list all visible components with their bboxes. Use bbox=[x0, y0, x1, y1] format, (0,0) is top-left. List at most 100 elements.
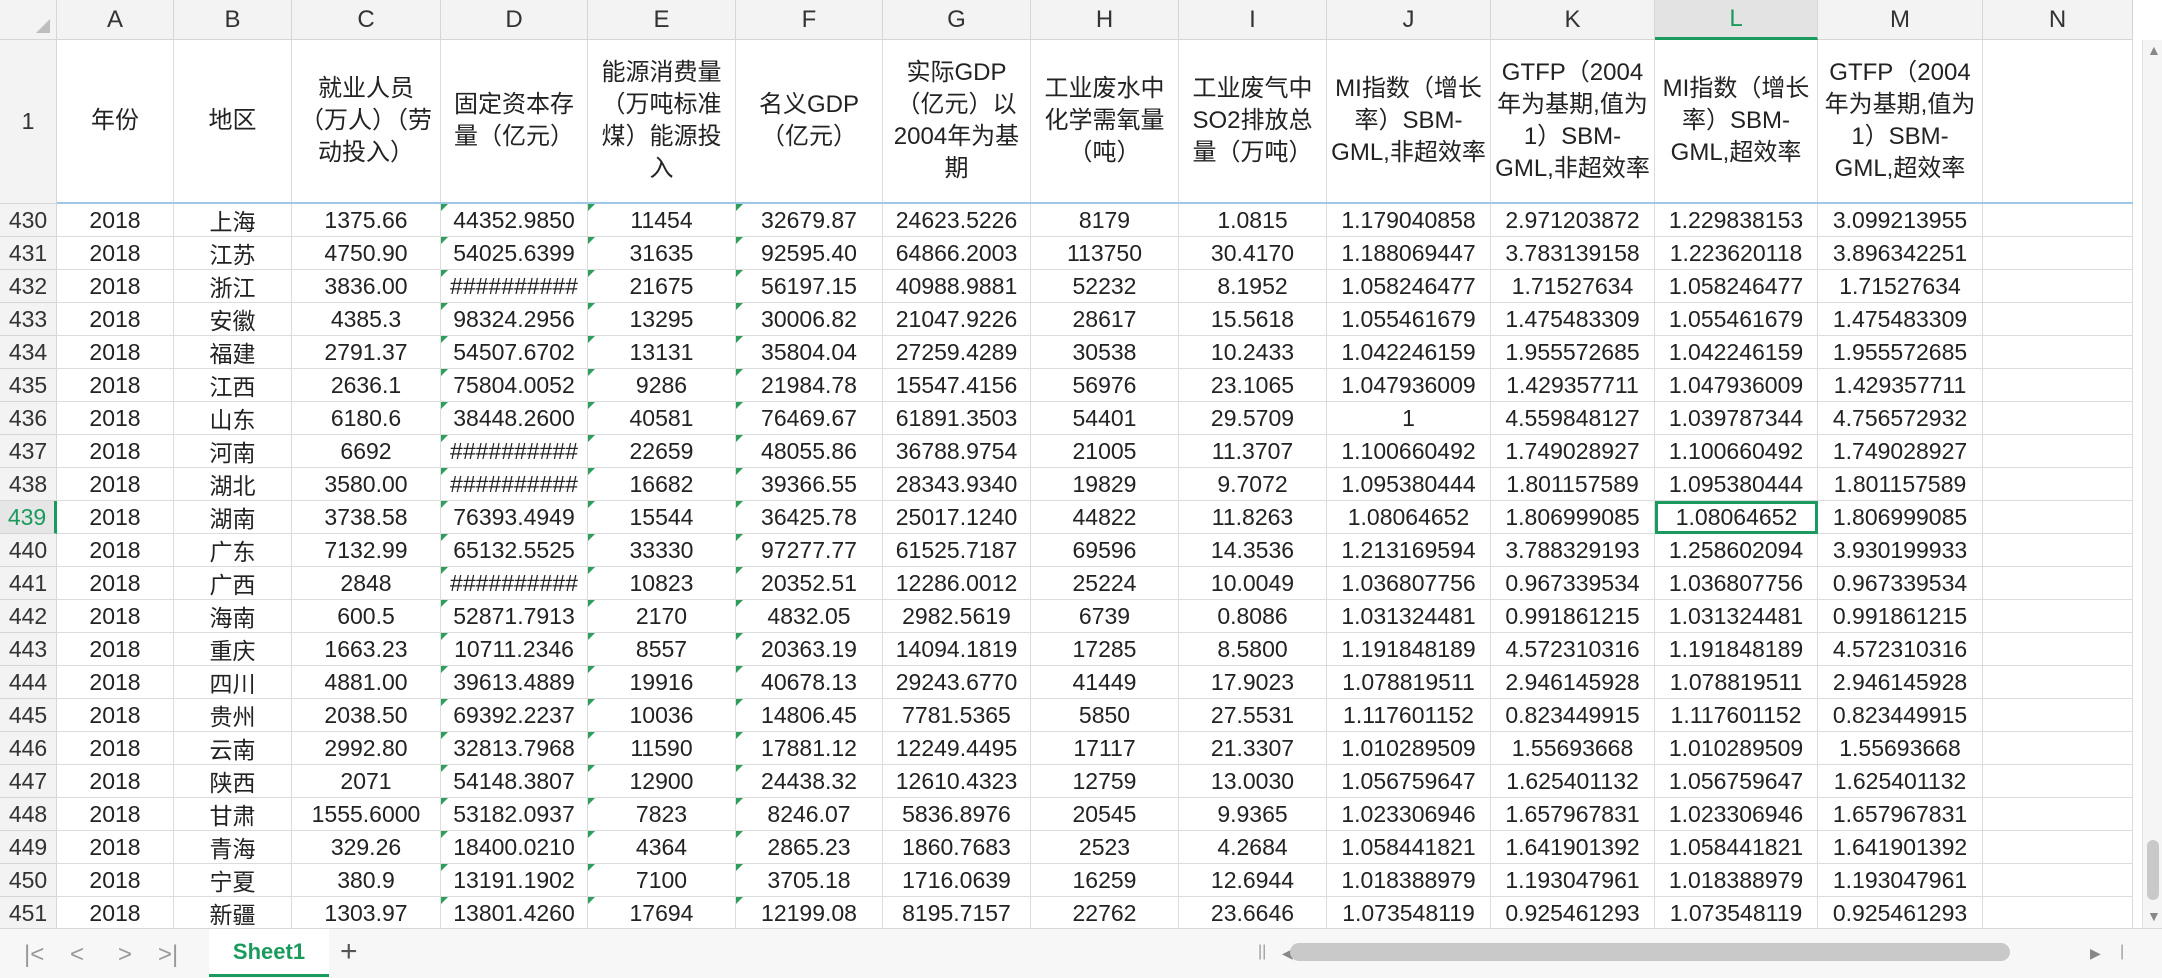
table-cell[interactable]: 广东 bbox=[174, 534, 292, 567]
table-cell[interactable]: 16682 bbox=[588, 468, 736, 501]
table-cell[interactable]: 1.073548119 bbox=[1655, 897, 1818, 928]
table-cell[interactable]: 1663.23 bbox=[292, 633, 441, 666]
table-cell[interactable]: 0.823449915 bbox=[1818, 699, 1983, 732]
table-cell[interactable]: 28343.9340 bbox=[883, 468, 1031, 501]
table-cell[interactable]: 3580.00 bbox=[292, 468, 441, 501]
table-cell[interactable]: 1.023306946 bbox=[1327, 798, 1491, 831]
table-cell[interactable]: 8195.7157 bbox=[883, 897, 1031, 928]
header-cell-l[interactable]: MI指数（增长率）SBM-GML,超效率 bbox=[1655, 40, 1818, 204]
table-cell[interactable]: 30.4170 bbox=[1179, 237, 1327, 270]
table-cell[interactable]: 4832.05 bbox=[736, 600, 883, 633]
table-cell[interactable]: 1.229838153 bbox=[1655, 204, 1818, 237]
table-cell[interactable]: 600.5 bbox=[292, 600, 441, 633]
table-cell[interactable]: 1.058441821 bbox=[1327, 831, 1491, 864]
table-cell[interactable]: 92595.40 bbox=[736, 237, 883, 270]
column-header-g[interactable]: G bbox=[883, 0, 1031, 40]
header-cell-f[interactable]: 名义GDP（亿元） bbox=[736, 40, 883, 204]
table-cell[interactable]: 1.179040858 bbox=[1327, 204, 1491, 237]
table-cell[interactable]: 1.429357711 bbox=[1818, 369, 1983, 402]
table-cell[interactable]: 23.1065 bbox=[1179, 369, 1327, 402]
table-cell[interactable] bbox=[1983, 831, 2133, 864]
table-cell[interactable]: 75804.0052 bbox=[441, 369, 588, 402]
header-cell-k[interactable]: GTFP（2004年为基期,值为1）SBM-GML,非超效率 bbox=[1491, 40, 1655, 204]
table-cell[interactable]: 3.896342251 bbox=[1818, 237, 1983, 270]
table-cell[interactable]: 9.9365 bbox=[1179, 798, 1327, 831]
table-cell[interactable] bbox=[1983, 303, 2133, 336]
table-cell[interactable]: 12900 bbox=[588, 765, 736, 798]
table-cell[interactable] bbox=[1983, 402, 2133, 435]
column-header-c[interactable]: C bbox=[292, 0, 441, 40]
table-cell[interactable]: ########## bbox=[441, 468, 588, 501]
row-header[interactable]: 441 bbox=[0, 567, 57, 600]
row-header[interactable]: 450 bbox=[0, 864, 57, 897]
table-cell[interactable]: 64866.2003 bbox=[883, 237, 1031, 270]
table-cell[interactable]: 1.801157589 bbox=[1491, 468, 1655, 501]
table-cell[interactable]: 40988.9881 bbox=[883, 270, 1031, 303]
row-header[interactable]: 446 bbox=[0, 732, 57, 765]
table-cell[interactable]: 1.055461679 bbox=[1655, 303, 1818, 336]
table-cell[interactable]: 380.9 bbox=[292, 864, 441, 897]
table-cell[interactable]: 12759 bbox=[1031, 765, 1179, 798]
table-cell[interactable]: 27259.4289 bbox=[883, 336, 1031, 369]
table-cell[interactable]: 11454 bbox=[588, 204, 736, 237]
row-header[interactable]: 434 bbox=[0, 336, 57, 369]
table-cell[interactable]: 2018 bbox=[57, 369, 174, 402]
table-cell[interactable]: 40678.13 bbox=[736, 666, 883, 699]
table-cell[interactable]: 97277.77 bbox=[736, 534, 883, 567]
table-cell[interactable]: 1.641901392 bbox=[1818, 831, 1983, 864]
table-cell[interactable]: 2018 bbox=[57, 666, 174, 699]
row-header[interactable]: 448 bbox=[0, 798, 57, 831]
table-cell[interactable]: 1.55693668 bbox=[1818, 732, 1983, 765]
table-cell[interactable]: 14094.1819 bbox=[883, 633, 1031, 666]
column-header-n[interactable]: N bbox=[1983, 0, 2133, 40]
row-header[interactable]: 445 bbox=[0, 699, 57, 732]
table-cell[interactable]: 2848 bbox=[292, 567, 441, 600]
table-cell[interactable]: 5836.8976 bbox=[883, 798, 1031, 831]
row-header[interactable]: 451 bbox=[0, 897, 57, 928]
table-cell[interactable]: 2018 bbox=[57, 501, 174, 534]
table-cell[interactable]: 54401 bbox=[1031, 402, 1179, 435]
table-cell[interactable]: 54507.6702 bbox=[441, 336, 588, 369]
table-cell[interactable]: 22659 bbox=[588, 435, 736, 468]
table-cell[interactable]: 1.055461679 bbox=[1327, 303, 1491, 336]
table-cell[interactable]: 30538 bbox=[1031, 336, 1179, 369]
column-header-k[interactable]: K bbox=[1491, 0, 1655, 40]
row-header[interactable]: 430 bbox=[0, 204, 57, 237]
table-cell[interactable]: 0.925461293 bbox=[1818, 897, 1983, 928]
table-cell[interactable]: 7100 bbox=[588, 864, 736, 897]
table-cell[interactable]: 17285 bbox=[1031, 633, 1179, 666]
table-cell[interactable]: 1.047936009 bbox=[1655, 369, 1818, 402]
table-cell[interactable]: 1.657967831 bbox=[1818, 798, 1983, 831]
table-cell[interactable]: 69596 bbox=[1031, 534, 1179, 567]
table-cell[interactable] bbox=[1983, 204, 2133, 237]
table-cell[interactable]: 1.657967831 bbox=[1491, 798, 1655, 831]
table-cell[interactable]: 40581 bbox=[588, 402, 736, 435]
table-cell[interactable]: 27.5531 bbox=[1179, 699, 1327, 732]
row-header[interactable]: 442 bbox=[0, 600, 57, 633]
table-cell[interactable]: 1.213169594 bbox=[1327, 534, 1491, 567]
table-cell[interactable]: 25017.1240 bbox=[883, 501, 1031, 534]
table-cell[interactable]: 1.625401132 bbox=[1818, 765, 1983, 798]
table-cell[interactable]: 2018 bbox=[57, 699, 174, 732]
table-cell[interactable] bbox=[1983, 237, 2133, 270]
table-cell[interactable] bbox=[1983, 468, 2133, 501]
table-cell[interactable]: 11.8263 bbox=[1179, 501, 1327, 534]
table-cell[interactable]: 1.625401132 bbox=[1491, 765, 1655, 798]
table-cell[interactable]: 2018 bbox=[57, 270, 174, 303]
table-cell[interactable]: 2018 bbox=[57, 864, 174, 897]
table-cell[interactable] bbox=[1983, 336, 2133, 369]
table-cell[interactable]: 1.117601152 bbox=[1327, 699, 1491, 732]
table-cell[interactable]: 1860.7683 bbox=[883, 831, 1031, 864]
table-cell[interactable]: 2018 bbox=[57, 831, 174, 864]
table-cell[interactable]: 1.223620118 bbox=[1655, 237, 1818, 270]
table-cell[interactable]: 0.991861215 bbox=[1818, 600, 1983, 633]
table-cell[interactable]: 贵州 bbox=[174, 699, 292, 732]
column-header-e[interactable]: E bbox=[588, 0, 736, 40]
table-cell[interactable]: 17881.12 bbox=[736, 732, 883, 765]
table-cell[interactable]: 4.2684 bbox=[1179, 831, 1327, 864]
row-header[interactable]: 440 bbox=[0, 534, 57, 567]
table-cell[interactable]: 4385.3 bbox=[292, 303, 441, 336]
table-cell[interactable]: 12610.4323 bbox=[883, 765, 1031, 798]
table-cell[interactable]: 11.3707 bbox=[1179, 435, 1327, 468]
table-cell[interactable]: 2071 bbox=[292, 765, 441, 798]
